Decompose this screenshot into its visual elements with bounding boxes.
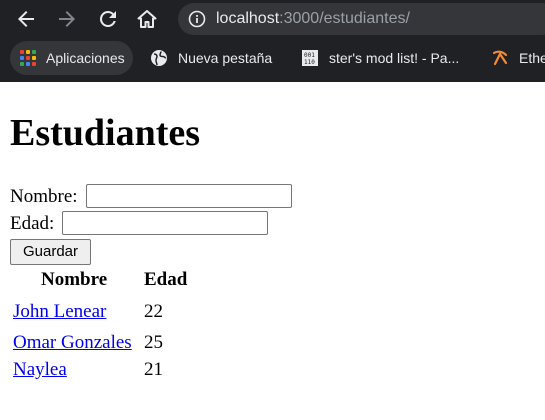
bookmark-label: ster's mod list! - Pa...	[329, 50, 460, 66]
student-link[interactable]: Naylea	[13, 359, 67, 380]
bookmark-nueva-pestana[interactable]: Nueva pestaña	[150, 41, 272, 75]
bookmarks-bar: Aplicaciones Nueva pestaña 001 110 ster'…	[0, 38, 545, 82]
table-cell-nombre: John Lenear	[13, 301, 106, 323]
bookmark-mod-list[interactable]: 001 110 ster's mod list! - Pa...	[301, 41, 459, 75]
url-text[interactable]: localhost:3000/estudiantes/	[216, 9, 410, 29]
table-cell-nombre: Omar Gonzales	[13, 332, 132, 354]
bookmark-label: Nueva pestaña	[178, 50, 273, 66]
info-icon[interactable]	[188, 10, 206, 28]
svg-text:001: 001	[304, 52, 315, 59]
students-table: Nombre Edad John Lenear 22 Omar Gonzales…	[0, 82, 545, 420]
bookmark-label: Ethe	[519, 50, 545, 66]
table-cell-edad: 22	[144, 301, 163, 322]
forward-arrow-icon[interactable]	[55, 7, 79, 31]
bookmark-label: Aplicaciones	[46, 50, 125, 66]
table-cell-edad: 21	[144, 359, 163, 380]
table-cell-nombre: Naylea	[13, 359, 67, 381]
page-content: Estudiantes Nombre: Edad: Guardar Nombre…	[0, 82, 545, 420]
reload-icon[interactable]	[96, 7, 120, 31]
table-cell-edad: 25	[144, 332, 163, 353]
pickaxe-icon	[492, 50, 508, 66]
binary-doc-icon: 001 110	[302, 50, 318, 66]
browser-toolbar: localhost:3000/estudiantes/	[0, 0, 545, 38]
url-path: :3000/estudiantes/	[279, 10, 410, 27]
bookmark-ethe[interactable]: Ethe	[491, 41, 545, 75]
url-host: localhost	[216, 10, 280, 27]
student-link[interactable]: Omar Gonzales	[13, 332, 132, 353]
svg-text:110: 110	[304, 59, 315, 66]
globe-icon	[151, 50, 167, 66]
browser-chrome: localhost:3000/estudiantes/ Aplicaciones…	[0, 0, 545, 82]
column-header-edad: Edad	[144, 269, 188, 290]
apps-grid-icon	[20, 50, 36, 66]
back-arrow-icon[interactable]	[14, 7, 38, 31]
bookmark-aplicaciones[interactable]: Aplicaciones	[10, 41, 133, 75]
home-icon[interactable]	[135, 7, 159, 31]
student-link[interactable]: John Lenear	[13, 301, 106, 322]
column-header-nombre: Nombre	[41, 269, 108, 290]
address-bar[interactable]: localhost:3000/estudiantes/	[178, 3, 545, 35]
